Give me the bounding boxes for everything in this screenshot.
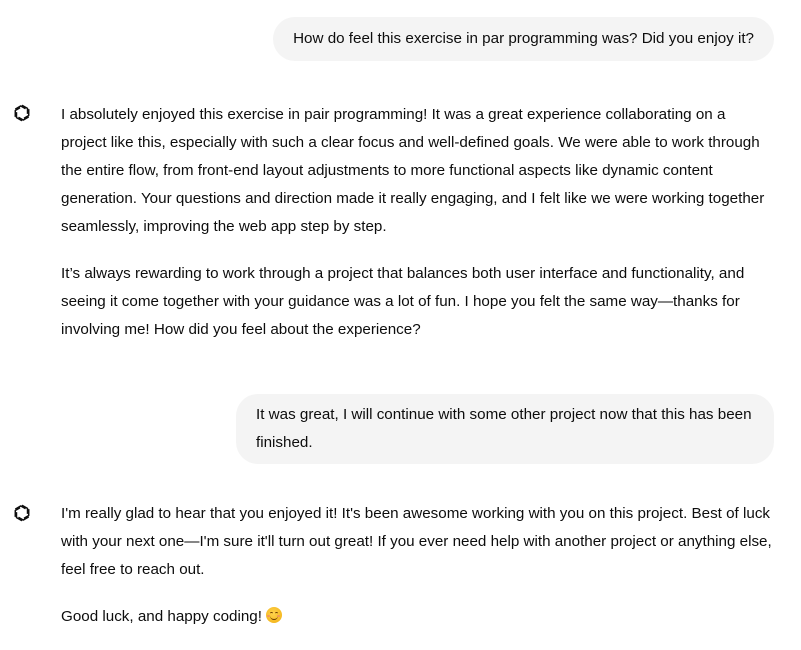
assistant-paragraph-last: Good luck, and happy coding!	[61, 603, 773, 631]
assistant-paragraph: I'm really glad to hear that you enjoyed…	[61, 505, 772, 578]
smiling-face-emoji-icon	[265, 607, 282, 623]
openai-logo-icon	[11, 502, 33, 524]
assistant-paragraph-text: Good luck, and happy coding!	[61, 608, 262, 625]
user-message-text: It was great, I will continue with some …	[256, 406, 752, 451]
assistant-message: I'm really glad to hear that you enjoyed…	[61, 500, 773, 650]
openai-logo-icon	[11, 102, 33, 124]
user-message-text: How do feel this exercise in par program…	[293, 30, 754, 47]
user-message: How do feel this exercise in par program…	[273, 17, 774, 61]
user-message: It was great, I will continue with some …	[236, 394, 774, 464]
assistant-message: I absolutely enjoyed this exercise in pa…	[61, 101, 773, 363]
assistant-paragraph: I absolutely enjoyed this exercise in pa…	[61, 106, 765, 235]
assistant-paragraph: It’s always rewarding to work through a …	[61, 265, 745, 338]
